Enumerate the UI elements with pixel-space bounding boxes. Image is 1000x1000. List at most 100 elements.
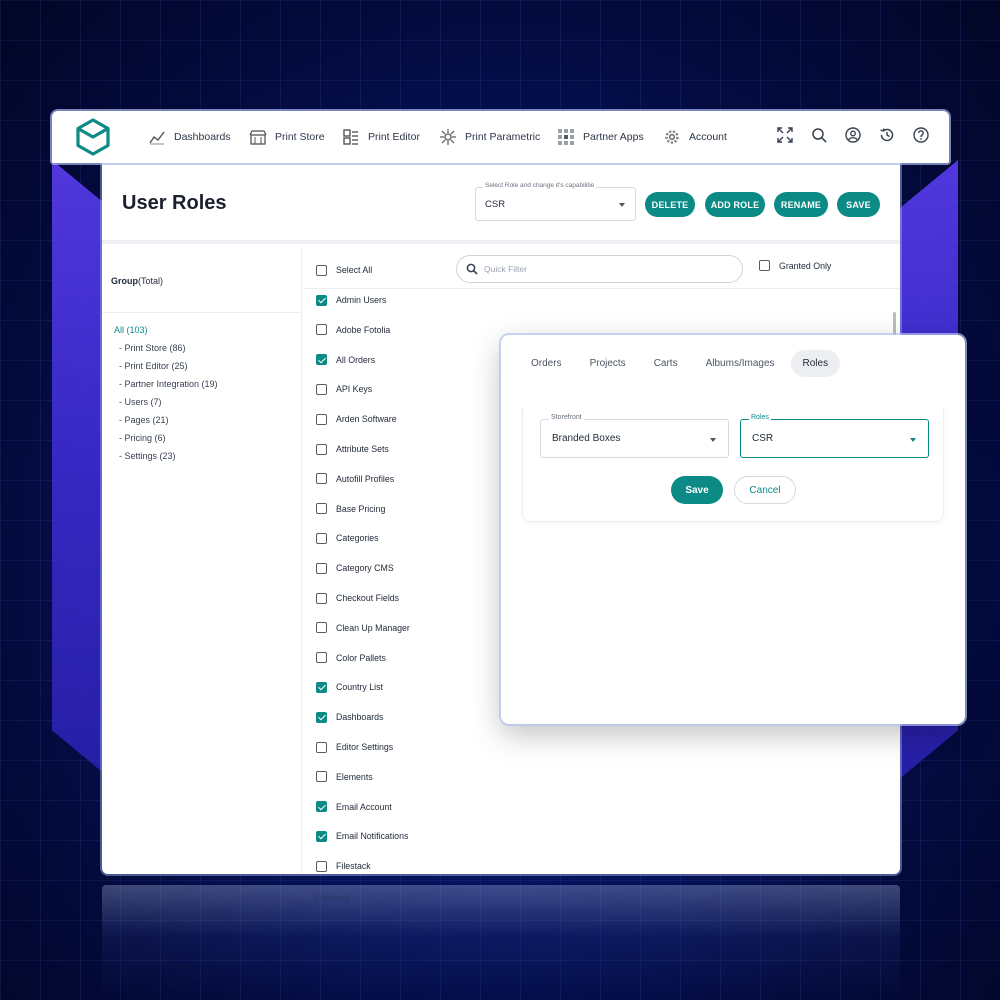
group-item[interactable]: - Pricing (6): [114, 429, 218, 447]
group-item[interactable]: All (103): [114, 321, 218, 339]
permission-row[interactable]: Categories: [316, 530, 379, 546]
permission-checkbox[interactable]: [316, 860, 327, 872]
permission-checkbox[interactable]: [316, 711, 327, 723]
permission-row[interactable]: Filestack: [316, 858, 371, 874]
permission-checkbox[interactable]: [316, 532, 327, 544]
permission-row[interactable]: Adobe Fotolia: [316, 322, 390, 338]
chevron-down-icon: [910, 438, 916, 442]
permission-row[interactable]: Attribute Sets: [316, 441, 389, 457]
permission-row[interactable]: Admin Users: [316, 292, 386, 308]
permission-checkbox[interactable]: [316, 801, 327, 813]
permission-row[interactable]: Base Pricing: [316, 501, 385, 517]
permission-row[interactable]: Editor Settings: [316, 739, 393, 755]
permission-label: Attribute Sets: [336, 444, 389, 454]
quick-filter-input[interactable]: [484, 262, 724, 276]
permission-checkbox[interactable]: [316, 413, 327, 425]
permission-row[interactable]: Autofill Profiles: [316, 471, 394, 487]
storefront-select[interactable]: Storefront Branded Boxes: [540, 414, 729, 458]
permission-checkbox[interactable]: [316, 473, 327, 485]
nav-print-parametric[interactable]: Print Parametric: [439, 111, 540, 163]
group-item[interactable]: - Settings (23): [114, 447, 218, 465]
select-all-row[interactable]: Select All: [316, 262, 372, 278]
gear-icon: [665, 130, 679, 144]
reflection-text: Filestack: [314, 893, 350, 903]
chevron-down-icon: [619, 203, 625, 207]
top-navbar: Dashboards Print Store Print Editor Prin…: [52, 111, 949, 163]
permission-label: Dashboards: [336, 712, 384, 723]
roles-label: Roles: [749, 414, 771, 421]
roles-select[interactable]: Roles CSR: [740, 414, 929, 458]
permission-label: Email Account: [336, 801, 392, 812]
permission-checkbox[interactable]: [316, 741, 327, 753]
permission-row[interactable]: Email Account: [316, 799, 392, 815]
nav-print-editor[interactable]: Print Editor: [342, 111, 420, 163]
search-icon[interactable]: [811, 127, 827, 143]
user-icon[interactable]: [845, 127, 861, 143]
permission-label: Country List: [336, 682, 383, 693]
nav-print-store[interactable]: Print Store: [249, 111, 325, 163]
history-icon[interactable]: [879, 127, 895, 143]
granted-only-checkbox[interactable]: [759, 260, 770, 271]
group-item[interactable]: - Pages (21): [114, 411, 218, 429]
group-item[interactable]: - Print Editor (25): [114, 357, 218, 375]
permission-row[interactable]: Clean Up Manager: [316, 620, 410, 636]
tab-orders[interactable]: Orders: [519, 350, 574, 377]
nav-account[interactable]: Account: [663, 111, 727, 163]
group-item[interactable]: - Partner Integration (19): [114, 375, 218, 393]
tab-projects[interactable]: Projects: [578, 350, 638, 377]
permission-checkbox[interactable]: [316, 652, 327, 664]
card-cancel-button[interactable]: Cancel: [734, 476, 796, 504]
quick-filter[interactable]: [456, 255, 743, 283]
permission-checkbox[interactable]: [316, 771, 327, 783]
permission-row[interactable]: Dashboards: [316, 709, 383, 725]
group-item[interactable]: - Users (7): [114, 393, 218, 411]
permission-row[interactable]: Elements: [316, 769, 373, 785]
permission-checkbox[interactable]: [316, 383, 327, 395]
permission-row[interactable]: Category CMS: [316, 560, 394, 576]
fullscreen-icon[interactable]: [777, 127, 793, 143]
permission-row[interactable]: Checkout Fields: [316, 590, 399, 606]
permission-checkbox[interactable]: [316, 681, 327, 693]
page-title: User Roles: [122, 192, 227, 214]
help-icon[interactable]: [913, 127, 929, 143]
role-select-value: CSR: [485, 199, 506, 210]
nav-partner-apps[interactable]: Partner Apps: [557, 111, 644, 163]
tab-carts[interactable]: Carts: [642, 350, 690, 377]
permission-checkbox[interactable]: [316, 443, 327, 455]
card-save-button[interactable]: Save: [671, 476, 723, 504]
delete-button[interactable]: DELETE: [645, 192, 695, 217]
permission-row[interactable]: Color Pallets: [316, 650, 386, 666]
permission-checkbox[interactable]: [316, 830, 327, 842]
nav-dashboards[interactable]: Dashboards: [148, 111, 231, 163]
nav-label: Print Parametric: [465, 131, 541, 143]
permission-checkbox[interactable]: [316, 294, 327, 306]
role-select[interactable]: Select Role and change it's capabilitie …: [475, 182, 636, 221]
permission-checkbox[interactable]: [316, 354, 327, 366]
nav-label: Partner Apps: [583, 131, 644, 143]
permission-row[interactable]: All Orders: [316, 352, 375, 368]
permission-checkbox[interactable]: [316, 324, 327, 336]
group-item[interactable]: - Print Store (86): [114, 339, 218, 357]
permission-row[interactable]: Arden Software: [316, 411, 397, 427]
permission-checkbox[interactable]: [316, 503, 327, 515]
storefront-value: Branded Boxes: [552, 433, 621, 444]
tab-albums-images[interactable]: Albums/Images: [694, 350, 787, 377]
permission-row[interactable]: Email Notifications: [316, 828, 408, 844]
rename-button[interactable]: RENAME: [774, 192, 828, 217]
permission-checkbox[interactable]: [316, 592, 327, 604]
granted-only-label: Granted Only: [779, 260, 832, 271]
save-button[interactable]: SAVE: [837, 192, 880, 217]
card-tabs: Orders Projects Carts Albums/Images Roles: [519, 350, 844, 377]
permission-label: Categories: [336, 533, 379, 544]
permission-row[interactable]: Country List: [316, 679, 383, 695]
add-role-button[interactable]: ADD ROLE: [705, 192, 765, 217]
tab-roles[interactable]: Roles: [790, 350, 841, 377]
select-all-checkbox[interactable]: [316, 264, 327, 276]
permission-label: Category CMS: [336, 563, 394, 574]
permission-row[interactable]: API Keys: [316, 381, 372, 397]
divider: [102, 312, 302, 313]
permission-checkbox[interactable]: [316, 622, 327, 634]
granted-only-toggle[interactable]: Granted Only: [759, 260, 831, 271]
permission-checkbox[interactable]: [316, 562, 327, 574]
nav-label: Print Store: [275, 131, 325, 143]
